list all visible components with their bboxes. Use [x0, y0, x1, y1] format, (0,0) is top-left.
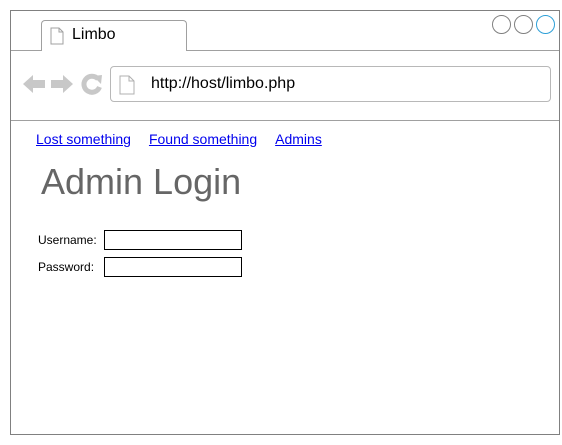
username-row: Username: [38, 230, 242, 250]
username-label: Username: [38, 233, 97, 247]
address-bar[interactable]: http://host/limbo.php [110, 66, 551, 102]
password-label: Password: [38, 260, 95, 274]
url-text: http://host/limbo.php [151, 75, 296, 92]
minimize-icon[interactable] [492, 15, 511, 34]
page-icon [119, 75, 135, 100]
password-row: Password: [38, 257, 242, 277]
document-icon [50, 27, 64, 50]
tab-bar: Limbo [11, 11, 559, 51]
maximize-icon[interactable] [514, 15, 533, 34]
password-field[interactable] [104, 257, 242, 277]
nav-links: Lost something Found something Admins [36, 131, 322, 147]
link-admins[interactable]: Admins [275, 131, 322, 147]
browser-window: Limbo http://host/limbo.php Lost somethi… [10, 10, 560, 435]
browser-toolbar: http://host/limbo.php [11, 51, 559, 121]
browser-tab[interactable]: Limbo [41, 20, 187, 51]
link-lost-something[interactable]: Lost something [36, 131, 131, 147]
link-found-something[interactable]: Found something [149, 131, 257, 147]
window-controls [492, 15, 555, 34]
forward-arrow-icon[interactable] [50, 73, 74, 100]
username-field[interactable] [104, 230, 242, 250]
tab-title: Limbo [72, 26, 116, 43]
back-arrow-icon[interactable] [22, 73, 46, 100]
page-title: Admin Login [41, 161, 242, 202]
close-icon[interactable] [536, 15, 555, 34]
reload-icon[interactable] [81, 73, 103, 100]
